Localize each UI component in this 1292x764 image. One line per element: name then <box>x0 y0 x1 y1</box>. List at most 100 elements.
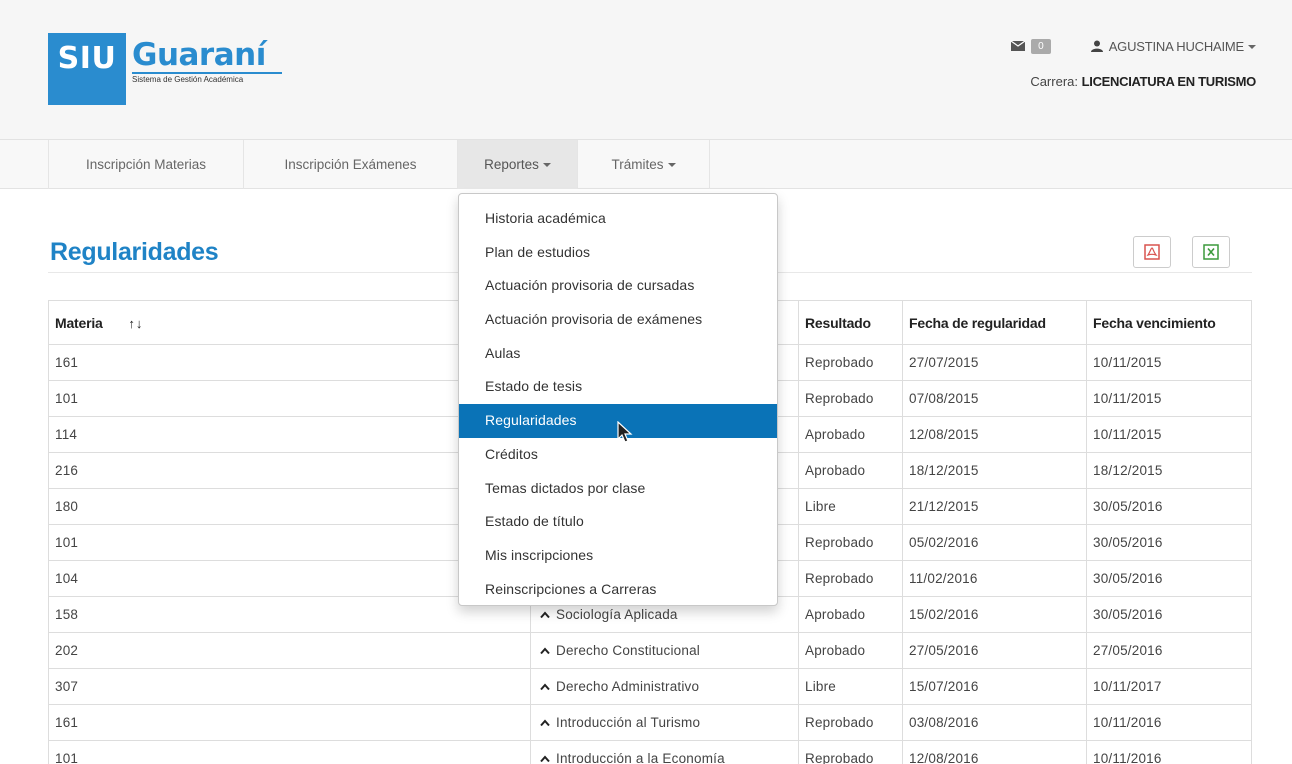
menu-item[interactable]: Reinscripciones a Carreras <box>459 573 777 607</box>
cell-materia-name: Introducción a la Economía <box>530 740 799 764</box>
chevron-up-icon[interactable] <box>540 646 550 656</box>
cell-fecha-vencimiento: 10/11/2015 <box>1086 344 1252 381</box>
logo-siu-mark: SIU <box>48 33 126 105</box>
chevron-up-icon[interactable] <box>540 610 550 620</box>
career-value: LICENCIATURA EN TURISMO <box>1081 74 1257 89</box>
cell-materia-code: 161 <box>48 704 531 741</box>
career-info: Carrera: LICENCIATURA EN TURISMO <box>1011 74 1256 89</box>
caret-down-icon <box>1248 45 1256 50</box>
reportes-dropdown-menu: Historia académica Plan de estudios Actuac… <box>458 193 778 606</box>
cell-resultado: Aprobado <box>798 452 903 489</box>
cell-fecha-regularidad: 27/05/2016 <box>902 632 1087 669</box>
cell-fecha-vencimiento: 30/05/2016 <box>1086 524 1252 561</box>
chevron-up-icon[interactable] <box>540 754 550 764</box>
cell-resultado: Reprobado <box>798 524 903 561</box>
cell-resultado: Aprobado <box>798 416 903 453</box>
nav-label: Reportes <box>484 157 539 172</box>
user-icon <box>1090 40 1103 52</box>
cell-resultado: Libre <box>798 668 903 705</box>
logo-subtitle: Sistema de Gestión Académica <box>132 72 282 84</box>
nav-label: Trámites <box>611 157 664 172</box>
table-row[interactable]: 202 Derecho Constitucional Aprobado 27/05/2… <box>48 632 1252 669</box>
menu-item[interactable]: Actuación provisoria de exámenes <box>459 303 777 337</box>
cell-fecha-regularidad: 05/02/2016 <box>902 524 1087 561</box>
mail-count-badge[interactable]: 0 <box>1031 38 1051 54</box>
menu-item[interactable]: Historia académica <box>459 202 777 236</box>
cell-resultado: Aprobado <box>798 596 903 633</box>
menu-item[interactable]: Temas dictados por clase <box>459 472 777 506</box>
main-nav: Inscripción Materias Inscripción Exámene… <box>0 140 1292 189</box>
materia-name: Introducción a la Economía <box>556 751 725 764</box>
logo-name: Guaraní <box>132 37 266 73</box>
menu-item[interactable]: Aulas <box>459 337 777 371</box>
nav-tramites[interactable]: Trámites <box>578 140 710 189</box>
cell-materia-code: 101 <box>48 740 531 764</box>
cell-materia-code: 202 <box>48 632 531 669</box>
user-row: 0 AGUSTINA HUCHAIME <box>1011 36 1256 56</box>
cell-fecha-vencimiento: 18/12/2015 <box>1086 452 1252 489</box>
table-row[interactable]: 161 Introducción al Turismo Reprobado 03/08… <box>48 704 1252 741</box>
siu-guarani-logo[interactable]: SIU Guaraní Sistema de Gestión Académica <box>48 33 282 105</box>
menu-item[interactable]: Mis inscripciones <box>459 539 777 573</box>
envelope-icon[interactable] <box>1011 41 1026 51</box>
cell-resultado: Reprobado <box>798 560 903 597</box>
menu-item[interactable]: Plan de estudios <box>459 236 777 270</box>
materia-name: Derecho Administrativo <box>556 679 700 694</box>
cell-fecha-regularidad: 21/12/2015 <box>902 488 1087 525</box>
cell-fecha-vencimiento: 30/05/2016 <box>1086 596 1252 633</box>
nav-reportes[interactable]: Reportes <box>458 140 578 189</box>
caret-down-icon <box>542 162 551 167</box>
user-name: AGUSTINA HUCHAIME <box>1108 38 1244 54</box>
cell-fecha-regularidad: 27/07/2015 <box>902 344 1087 381</box>
chevron-up-icon[interactable] <box>540 718 550 728</box>
cell-fecha-regularidad: 15/07/2016 <box>902 668 1087 705</box>
table-row[interactable]: 101 Introducción a la Economía Reprobado 12… <box>48 740 1252 764</box>
cell-fecha-regularidad: 15/02/2016 <box>902 596 1087 633</box>
sort-icon[interactable]: ↑↓ <box>128 316 143 331</box>
chevron-up-icon[interactable] <box>540 682 550 692</box>
cell-materia-name: Introducción al Turismo <box>530 704 799 741</box>
cell-materia-code: 307 <box>48 668 531 705</box>
header: SIU Guaraní Sistema de Gestión Académica… <box>0 0 1292 140</box>
cell-fecha-regularidad: 03/08/2016 <box>902 704 1087 741</box>
caret-down-icon <box>667 162 676 167</box>
nav-label: Inscripción Materias <box>85 157 207 172</box>
user-menu[interactable]: AGUSTINA HUCHAIME <box>1109 39 1256 54</box>
nav-inscripcion-examenes[interactable]: Inscripción Exámenes <box>244 140 458 189</box>
col-fecha-regularidad-header[interactable]: Fecha de regularidad <box>902 300 1087 345</box>
col-materia-label: Materia <box>55 314 103 331</box>
cell-materia-name: Derecho Administrativo <box>530 668 799 705</box>
menu-item[interactable]: Estado de tesis <box>459 370 777 404</box>
cell-resultado: Libre <box>798 488 903 525</box>
cell-fecha-regularidad: 12/08/2016 <box>902 740 1087 764</box>
cell-fecha-regularidad: 11/02/2016 <box>902 560 1087 597</box>
cell-resultado: Reprobado <box>798 704 903 741</box>
cell-fecha-regularidad: 07/08/2015 <box>902 380 1087 417</box>
cell-resultado: Reprobado <box>798 344 903 381</box>
cell-fecha-regularidad: 12/08/2015 <box>902 416 1087 453</box>
page-title: Regularidades <box>50 238 219 266</box>
cell-resultado: Reprobado <box>798 740 903 764</box>
col-fecha-vencimiento-header[interactable]: Fecha vencimiento <box>1086 300 1252 345</box>
cell-resultado: Reprobado <box>798 380 903 417</box>
export-excel-button[interactable] <box>1192 236 1230 268</box>
user-area: 0 AGUSTINA HUCHAIME Carrera: LICENCIATUR… <box>1011 36 1256 89</box>
logo-text: Guaraní Sistema de Gestión Académica <box>132 33 282 84</box>
nav-inscripcion-materias[interactable]: Inscripción Materias <box>48 140 244 189</box>
export-pdf-button[interactable] <box>1133 236 1171 268</box>
pdf-icon <box>1144 244 1160 260</box>
col-resultado-header[interactable]: Resultado <box>798 300 903 345</box>
mouse-pointer-icon <box>617 421 633 443</box>
materia-name: Introducción al Turismo <box>556 715 701 730</box>
table-row[interactable]: 307 Derecho Administrativo Libre 15/07/2016… <box>48 668 1252 705</box>
menu-item[interactable]: Actuación provisoria de cursadas <box>459 269 777 303</box>
career-label: Carrera: <box>1030 74 1078 89</box>
cell-resultado: Aprobado <box>798 632 903 669</box>
menu-item[interactable]: Estado de título <box>459 505 777 539</box>
cell-fecha-vencimiento: 10/11/2015 <box>1086 416 1252 453</box>
excel-icon <box>1203 244 1219 260</box>
cell-fecha-vencimiento: 27/05/2016 <box>1086 632 1252 669</box>
materia-name: Derecho Constitucional <box>556 643 700 658</box>
materia-name: Sociología Aplicada <box>556 607 678 622</box>
cell-fecha-vencimiento: 30/05/2016 <box>1086 560 1252 597</box>
